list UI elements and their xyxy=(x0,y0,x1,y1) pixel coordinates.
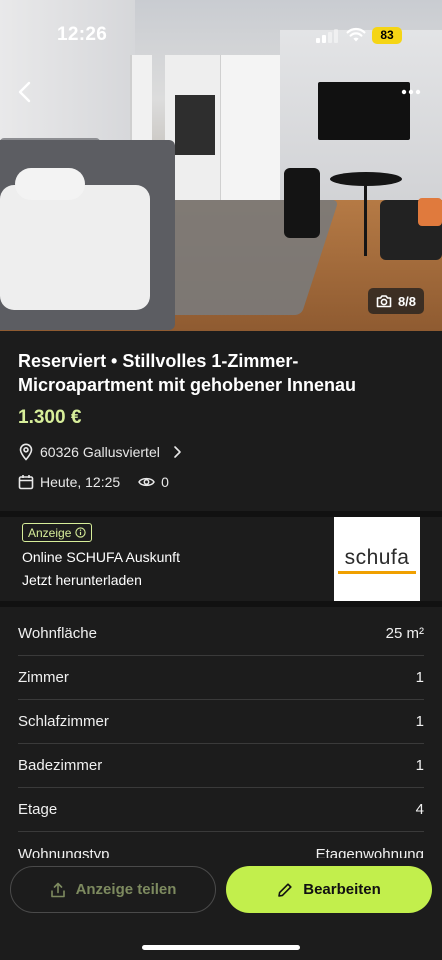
location-row[interactable]: 60326 Gallusviertel xyxy=(18,442,184,462)
schufa-logo: schufa xyxy=(334,517,420,603)
views-text: 0 xyxy=(161,474,169,490)
detail-label: Schlafzimmer xyxy=(18,713,109,730)
detail-value: 1 xyxy=(415,757,424,774)
detail-row-etage: Etage 4 xyxy=(18,788,424,832)
home-indicator xyxy=(142,945,300,950)
detail-label: Wohnfläche xyxy=(18,625,97,642)
more-dots-icon xyxy=(401,89,421,95)
listing-price: 1.300 € xyxy=(18,407,82,428)
photo-table xyxy=(330,172,402,186)
post-date: Heute, 12:25 xyxy=(40,474,121,490)
listing-info: Reserviert • Stillvolles 1-Zimmer-Microa… xyxy=(0,331,442,511)
cellular-signal-icon xyxy=(316,29,338,43)
photo-cabinet xyxy=(220,55,280,215)
logo-text: schufa xyxy=(344,546,410,569)
detail-label: Zimmer xyxy=(18,669,69,686)
detail-row-badezimmer: Badezimmer 1 xyxy=(18,744,424,788)
bottom-action-bar: Anzeige teilen Bearbeiten xyxy=(0,858,442,960)
section-divider xyxy=(0,601,442,607)
detail-row-schlafzimmer: Schlafzimmer 1 xyxy=(18,700,424,744)
status-bar: 12:26 83 xyxy=(0,0,442,62)
photo-counter-text: 8/8 xyxy=(397,293,417,309)
ad-subtitle: Jetzt herunterladen xyxy=(22,572,142,588)
share-icon xyxy=(50,882,65,897)
location-text: 60326 Gallusviertel xyxy=(40,444,160,460)
status-time: 12:26 xyxy=(57,24,108,45)
ad-badge: Anzeige xyxy=(22,523,93,542)
detail-row-wohnflaeche: Wohnfläche 25 m² xyxy=(18,612,424,656)
photo-kitchen xyxy=(165,55,280,215)
date-views-row: Heute, 12:25 0 xyxy=(18,472,169,492)
photo-pillow xyxy=(15,168,85,200)
wifi-icon xyxy=(346,27,366,42)
ad-title: Online SCHUFA Auskunft xyxy=(22,549,180,565)
share-button-label: Anzeige teilen xyxy=(75,881,177,898)
chevron-right-icon xyxy=(174,446,181,458)
more-options-button[interactable] xyxy=(396,80,426,104)
photo-table-leg xyxy=(364,186,367,256)
ad-banner[interactable]: Anzeige Online SCHUFA Auskunft Jetzt her… xyxy=(0,517,442,603)
detail-label: Etage xyxy=(18,801,58,818)
detail-value: 1 xyxy=(415,669,424,686)
eye-icon xyxy=(138,477,156,487)
battery-indicator: 83 xyxy=(372,27,402,44)
info-icon[interactable] xyxy=(75,527,87,538)
camera-icon xyxy=(376,295,392,308)
details-list: Wohnfläche 25 m² Zimmer 1 Schlafzimmer 1… xyxy=(0,612,442,862)
edit-button-label: Bearbeiten xyxy=(303,881,381,898)
photo-shelf xyxy=(175,95,215,155)
detail-value: 25 m² xyxy=(385,625,424,642)
photo-bed xyxy=(0,140,175,330)
pencil-icon xyxy=(278,882,292,897)
photo-chair xyxy=(284,168,320,238)
photo-chair-cushion xyxy=(418,198,442,226)
photo-counter[interactable]: 8/8 xyxy=(368,288,424,314)
edit-listing-button[interactable]: Bearbeiten xyxy=(226,866,432,913)
calendar-icon xyxy=(18,475,34,490)
views-count: 0 xyxy=(138,474,169,490)
chevron-left-icon xyxy=(18,81,31,103)
photo-bedsheet xyxy=(0,185,150,310)
detail-row-zimmer: Zimmer 1 xyxy=(18,656,424,700)
share-listing-button[interactable]: Anzeige teilen xyxy=(10,866,216,913)
ad-badge-label: Anzeige xyxy=(28,525,72,540)
location-pin-icon xyxy=(19,443,33,461)
logo-underline xyxy=(338,571,416,574)
detail-value: 1 xyxy=(415,713,424,730)
listing-title: Reserviert • Stillvolles 1-Zimmer-Microa… xyxy=(18,351,357,395)
detail-label: Badezimmer xyxy=(18,757,103,774)
detail-value: 4 xyxy=(415,801,424,818)
back-button[interactable] xyxy=(10,77,40,107)
